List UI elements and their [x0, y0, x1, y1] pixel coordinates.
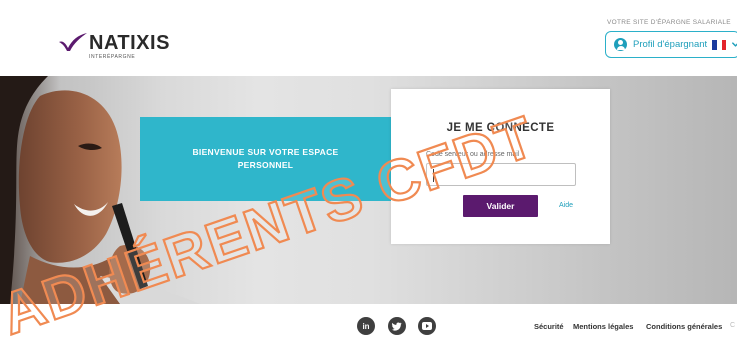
welcome-text: BIENVENUE SUR VOTRE ESPACE PERSONNEL [192, 147, 339, 170]
site-header: NATIXIS INTERÉPARGNE VOTRE SITE D'ÉPARGN… [0, 0, 737, 76]
linkedin-icon[interactable]: in [357, 317, 375, 335]
flag-france-icon [712, 39, 727, 50]
youtube-icon[interactable] [418, 317, 436, 335]
site-label: VOTRE SITE D'ÉPARGNE SALARIALE [607, 19, 731, 26]
twitter-bird-icon [392, 322, 402, 331]
help-link[interactable]: Aide [559, 202, 573, 209]
login-panel: JE ME CONNECTE Code serveur ou adresse m… [391, 89, 610, 244]
logo-subtitle: INTERÉPARGNE [89, 54, 136, 60]
login-title: JE ME CONNECTE [446, 122, 555, 134]
footer-link-mentions-legales[interactable]: Mentions légales [573, 322, 633, 331]
login-page: NATIXIS INTERÉPARGNE VOTRE SITE D'ÉPARGN… [0, 0, 737, 340]
welcome-banner: BIENVENUE SUR VOTRE ESPACE PERSONNEL [140, 117, 391, 201]
footer-truncated-link: C [730, 322, 736, 329]
text-caret [433, 169, 434, 182]
profile-selector-button[interactable]: Profil d'épargnant [605, 31, 737, 58]
server-code-or-email-input[interactable] [426, 163, 576, 186]
footer-link-conditions-generales[interactable]: Conditions générales [646, 322, 722, 331]
youtube-play-icon [422, 322, 432, 330]
chevron-down-icon [732, 42, 737, 47]
hero-banner: BIENVENUE SUR VOTRE ESPACE PERSONNEL JE … [0, 76, 737, 304]
natixis-logo-mark-icon [59, 33, 87, 51]
twitter-icon[interactable] [388, 317, 406, 335]
profile-label: Profil d'épargnant [633, 39, 708, 50]
validate-button[interactable]: Valider [463, 195, 538, 217]
user-circle-icon [614, 38, 627, 51]
logo-name: NATIXIS [89, 32, 170, 54]
site-footer: in Sécurité Mentions légales Conditions … [0, 304, 737, 340]
natixis-logo[interactable]: NATIXIS INTERÉPARGNE [58, 30, 178, 62]
login-field-label: Code serveur ou adresse mail [426, 151, 520, 158]
footer-link-securite[interactable]: Sécurité [534, 322, 564, 331]
